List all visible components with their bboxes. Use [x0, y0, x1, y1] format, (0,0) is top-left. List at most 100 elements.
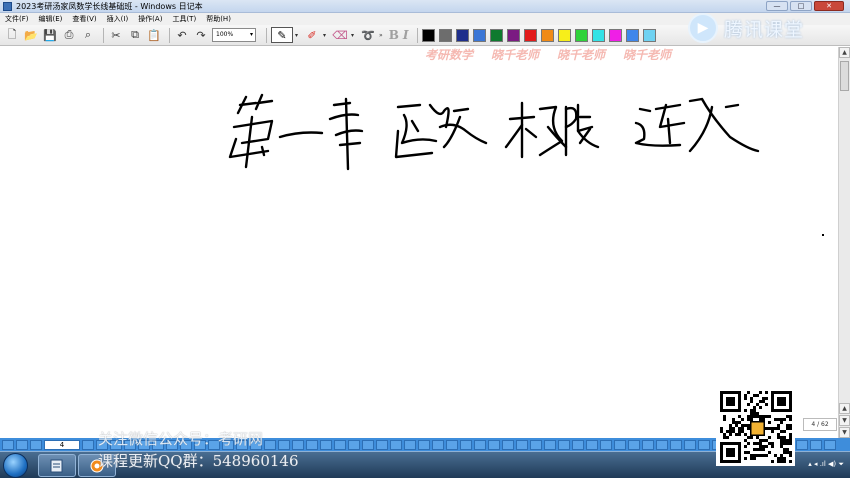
qr-module [780, 442, 783, 445]
color-swatch[interactable] [489, 28, 503, 42]
page-cell[interactable] [572, 439, 584, 450]
vertical-scrollbar[interactable]: ▲ ▲ ▼ ▼ [838, 47, 850, 438]
color-swatch[interactable] [421, 28, 435, 42]
find-icon[interactable]: ⌕ [80, 27, 96, 43]
cut-icon[interactable]: ✂ [108, 27, 124, 43]
menu-tools[interactable]: 工具(T) [167, 14, 201, 24]
color-swatch[interactable] [438, 28, 452, 42]
color-swatch[interactable] [591, 28, 605, 42]
page-cell[interactable] [320, 439, 332, 450]
note-canvas[interactable] [0, 47, 838, 438]
qr-module [780, 418, 783, 421]
menu-edit[interactable]: 编辑(E) [34, 14, 68, 24]
zoom-select[interactable]: 100% ▾ [212, 28, 256, 42]
system-tray[interactable]: ▴ ◂ .ıl ◀) ⏷ [808, 460, 844, 469]
color-swatch[interactable] [455, 28, 469, 42]
page-cell[interactable] [404, 439, 416, 450]
page-cell[interactable] [474, 439, 486, 450]
menu-help[interactable]: 帮助(H) [201, 14, 236, 24]
color-swatch[interactable] [472, 28, 486, 42]
page-cell[interactable] [600, 439, 612, 450]
highlighter-dropdown-icon[interactable]: ▾ [323, 32, 326, 39]
page-cell[interactable] [306, 439, 318, 450]
start-button[interactable] [3, 453, 28, 478]
page-cell[interactable] [628, 439, 640, 450]
page-cell[interactable] [30, 439, 42, 450]
page-cell[interactable] [656, 439, 668, 450]
new-note-icon[interactable]: 🗋 [4, 27, 20, 43]
color-swatch[interactable] [574, 28, 588, 42]
taskbar-journal-app[interactable] [38, 454, 76, 477]
redo-icon[interactable]: ↷ [193, 27, 209, 43]
qr-module [789, 442, 792, 445]
open-icon[interactable]: 📂 [23, 27, 39, 43]
menu-actions[interactable]: 操作(A) [133, 14, 167, 24]
page-cell[interactable] [824, 439, 836, 450]
page-cell[interactable] [796, 439, 808, 450]
page-cell[interactable] [810, 439, 822, 450]
title-bar: 2023考研汤家凤数学长线基础班 - Windows 日记本 — □ ✕ [0, 0, 850, 13]
page-cell[interactable] [390, 439, 402, 450]
scroll-up-icon[interactable]: ▲ [839, 47, 850, 58]
menu-insert[interactable]: 插入(I) [102, 14, 134, 24]
page-cell[interactable] [670, 439, 682, 450]
color-swatch[interactable] [540, 28, 554, 42]
italic-button[interactable]: I [403, 28, 409, 42]
page-cell[interactable] [362, 439, 374, 450]
minimize-button[interactable]: — [766, 1, 788, 11]
current-page-cell[interactable]: 4 [44, 439, 80, 450]
page-cell[interactable] [516, 439, 528, 450]
page-cell[interactable] [432, 439, 444, 450]
color-swatch[interactable] [557, 28, 571, 42]
eraser-dropdown-icon[interactable]: ▾ [351, 32, 354, 39]
color-swatch[interactable] [608, 28, 622, 42]
page-cell[interactable] [334, 439, 346, 450]
scroll-thumb[interactable] [840, 61, 849, 91]
highlighter-icon[interactable]: ✐ [304, 27, 320, 43]
toolbar-overflow-icon[interactable]: » [379, 32, 383, 39]
page-cell[interactable] [684, 439, 696, 450]
pen-tool-button[interactable]: ✎ [271, 27, 293, 43]
page-cell[interactable] [82, 439, 94, 450]
page-cell[interactable] [698, 439, 710, 450]
maximize-button[interactable]: □ [790, 1, 812, 11]
page-down-icon[interactable]: ▼ [839, 415, 850, 426]
paste-icon[interactable]: 📋 [146, 27, 162, 43]
page-cell[interactable] [488, 439, 500, 450]
page-cell[interactable] [376, 439, 388, 450]
color-swatch[interactable] [642, 28, 656, 42]
page-cell[interactable] [530, 439, 542, 450]
page-cell[interactable] [264, 439, 276, 450]
copy-icon[interactable]: ⧉ [127, 27, 143, 43]
color-swatch[interactable] [625, 28, 639, 42]
menu-file[interactable]: 文件(F) [0, 14, 34, 24]
scroll-down-icon[interactable]: ▼ [839, 427, 850, 438]
page-cell[interactable] [16, 439, 28, 450]
page-up-icon[interactable]: ▲ [839, 403, 850, 414]
close-button[interactable]: ✕ [814, 1, 844, 11]
pen-dropdown-icon[interactable]: ▾ [295, 32, 298, 39]
page-cell[interactable] [418, 439, 430, 450]
page-cell[interactable] [502, 439, 514, 450]
eraser-icon[interactable]: ⌫ [332, 27, 348, 43]
undo-icon[interactable]: ↶ [174, 27, 190, 43]
save-icon[interactable]: 💾 [42, 27, 58, 43]
page-cell[interactable] [558, 439, 570, 450]
qr-module [747, 436, 750, 439]
page-cell[interactable] [614, 439, 626, 450]
page-cell[interactable] [278, 439, 290, 450]
page-cell[interactable] [586, 439, 598, 450]
lasso-icon[interactable]: ➰ [360, 27, 376, 43]
page-cell[interactable] [348, 439, 360, 450]
page-cell[interactable] [642, 439, 654, 450]
page-cell[interactable] [544, 439, 556, 450]
bold-button[interactable]: B [389, 28, 399, 42]
color-swatch[interactable] [506, 28, 520, 42]
page-cell[interactable] [446, 439, 458, 450]
page-cell[interactable] [2, 439, 14, 450]
print-icon[interactable]: ⎙ [61, 27, 77, 43]
menu-view[interactable]: 查看(V) [67, 14, 101, 24]
page-cell[interactable] [460, 439, 472, 450]
color-swatch[interactable] [523, 28, 537, 42]
page-cell[interactable] [292, 439, 304, 450]
